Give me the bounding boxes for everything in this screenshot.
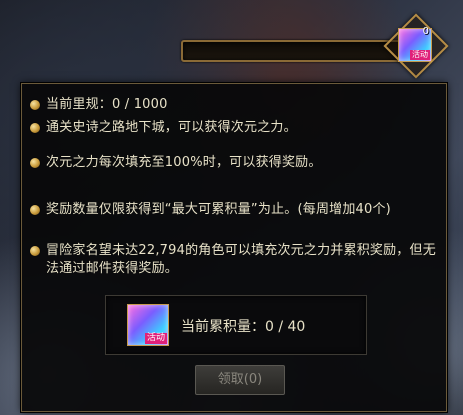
event-tag: 活动 — [144, 333, 167, 344]
tooltip-panel: 当前里规：0 / 1000 通关史诗之路地下城，可以获得次元之力。 次元之力每次… — [21, 83, 447, 412]
tooltip-text: 通关史诗之路地下城，可以获得次元之力。 — [46, 120, 297, 135]
claim-button[interactable]: 领取(0) — [195, 365, 285, 395]
event-tag: 活动 — [410, 50, 430, 60]
tooltip-line: 当前里规：0 / 1000 — [30, 96, 446, 114]
reward-panel: 活动 当前累积量：0 / 40 — [105, 295, 367, 355]
dimension-cube-icon: 0 活动 — [398, 26, 432, 62]
dimension-cube-icon: 活动 — [127, 304, 169, 346]
tooltip-line: 奖励数量仅限获得到“最大可累积量”为止。(每周增加40个) — [30, 201, 446, 219]
tooltip-line: 冒险家名望未达22,794的角色可以填充次元之力并累积奖励，但无法通过邮件获得奖… — [30, 242, 446, 278]
bullet-icon — [30, 100, 40, 110]
tooltip-text: 次元之力每次填充至100%时，可以获得奖励。 — [46, 155, 322, 170]
accumulated-amount: 当前累积量：0 / 40 — [181, 319, 306, 335]
bullet-icon — [30, 205, 40, 215]
tooltip-line: 通关史诗之路地下城，可以获得次元之力。 — [30, 119, 446, 137]
bullet-icon — [30, 123, 40, 133]
tooltip-text: 当前里规：0 / 1000 — [46, 97, 168, 112]
tooltip-line: 次元之力每次填充至100%时，可以获得奖励。 — [30, 154, 446, 172]
bullet-icon — [30, 158, 40, 168]
tooltip-text: 奖励数量仅限获得到“最大可累积量”为止。(每周增加40个) — [46, 202, 391, 217]
item-count: 0 — [422, 26, 429, 37]
progress-bar — [181, 40, 403, 62]
bullet-icon — [30, 246, 40, 256]
event-item-slot[interactable]: 0 活动 — [383, 13, 449, 79]
tooltip-text: 冒险家名望未达22,794的角色可以填充次元之力并累积奖励，但无法通过邮件获得奖… — [46, 243, 436, 276]
